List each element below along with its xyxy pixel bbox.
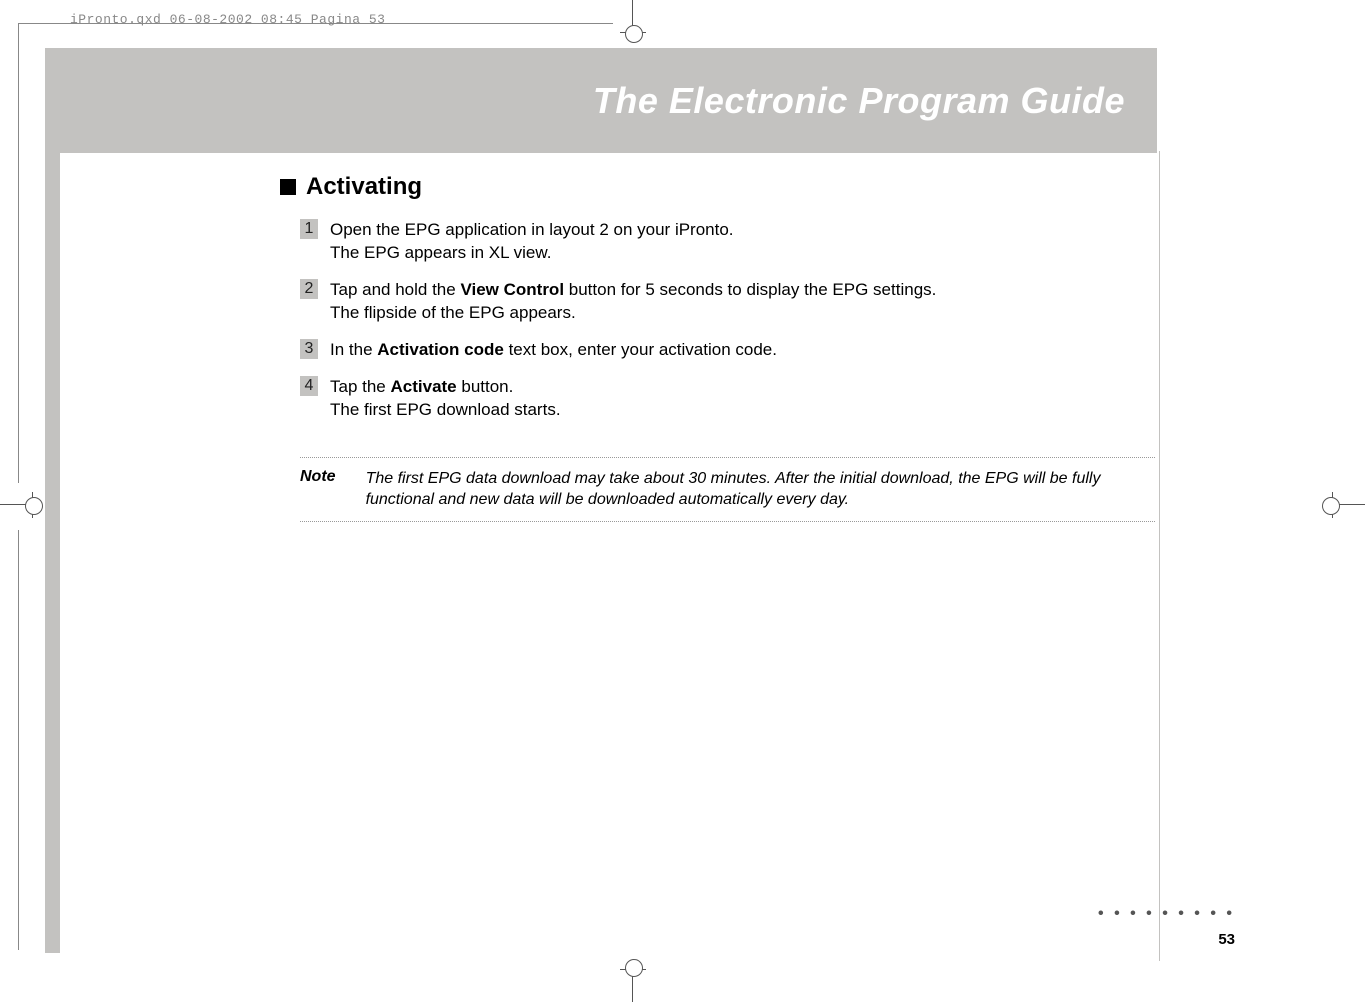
step-bold-term: View Control (460, 280, 564, 299)
crop-mark-left (0, 492, 38, 518)
right-vertical-divider (1159, 151, 1160, 961)
grey-sidebar (45, 48, 60, 953)
step-number: 1 (300, 219, 318, 239)
step-number: 2 (300, 279, 318, 299)
step-body: Tap the Activate button. The first EPG d… (330, 376, 561, 422)
step-text-prefix: Tap the (330, 377, 391, 396)
page-number: 53 (1098, 931, 1235, 948)
step-number: 3 (300, 339, 318, 359)
trim-line-left-upper (18, 23, 19, 483)
chapter-title: The Electronic Program Guide (593, 80, 1125, 122)
step-body: Tap and hold the View Control button for… (330, 279, 936, 325)
step-3: 3 In the Activation code text box, enter… (300, 339, 1155, 362)
page-number-block: • • • • • • • • • 53 (1098, 905, 1235, 948)
step-text-suffix: button. (457, 377, 514, 396)
step-text: Open the EPG application in layout 2 on … (330, 220, 734, 239)
note-label: Note (300, 468, 336, 511)
step-number: 4 (300, 376, 318, 396)
trim-line-left-lower (18, 530, 19, 950)
crop-mark-right (1327, 492, 1365, 518)
step-body: Open the EPG application in layout 2 on … (330, 219, 734, 265)
step-result: The EPG appears in XL view. (330, 242, 734, 265)
note-text: The first EPG data download may take abo… (366, 468, 1155, 511)
step-bold-term: Activation code (377, 340, 504, 359)
crop-mark-top (620, 0, 646, 38)
step-result: The flipside of the EPG appears. (330, 302, 936, 325)
step-result: The first EPG download starts. (330, 399, 561, 422)
crop-mark-bottom (620, 964, 646, 1002)
section-bullet-icon (280, 179, 296, 195)
step-4: 4 Tap the Activate button. The first EPG… (300, 376, 1155, 422)
step-text-suffix: button for 5 seconds to display the EPG … (564, 280, 936, 299)
section-heading: Activating (306, 173, 422, 201)
section-heading-row: Activating (280, 173, 1155, 201)
step-text-suffix: text box, enter your activation code. (504, 340, 777, 359)
step-2: 2 Tap and hold the View Control button f… (300, 279, 1155, 325)
chapter-title-banner: The Electronic Program Guide (45, 48, 1157, 153)
trim-line-top (18, 23, 613, 24)
page-content: Activating 1 Open the EPG application in… (300, 173, 1155, 522)
print-jobline: iPronto.qxd 06-08-2002 08:45 Pagina 53 (70, 12, 385, 27)
page-frame: The Electronic Program Guide Activating … (45, 48, 1155, 953)
step-body: In the Activation code text box, enter y… (330, 339, 777, 362)
step-text-prefix: Tap and hold the (330, 280, 460, 299)
step-1: 1 Open the EPG application in layout 2 o… (300, 219, 1155, 265)
note-block: Note The first EPG data download may tak… (300, 457, 1155, 522)
step-bold-term: Activate (391, 377, 457, 396)
step-text-prefix: In the (330, 340, 377, 359)
page-dots-icon: • • • • • • • • • (1098, 905, 1235, 923)
